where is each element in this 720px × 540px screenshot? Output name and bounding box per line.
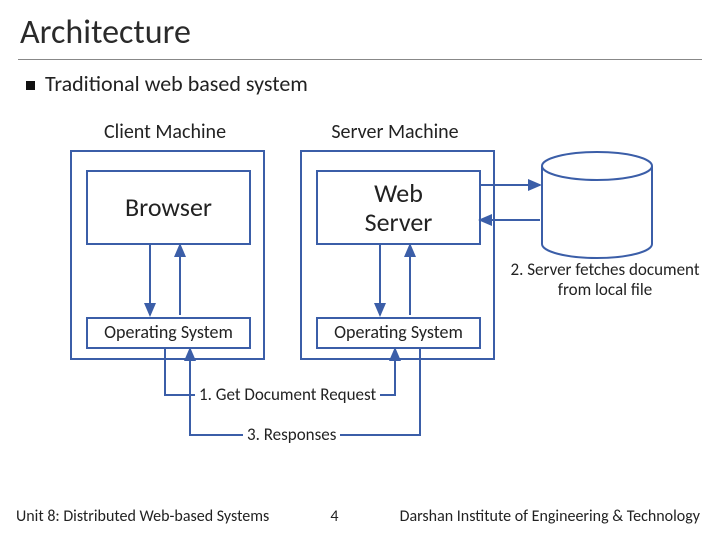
client-machine-label: Client Machine [85,120,245,144]
database-icon [540,150,655,260]
webserver-box: Web Server [316,170,481,245]
step3-label: 3. Responses [243,423,340,446]
webserver-label: Web Server [365,179,433,236]
server-os-label: Operating System [334,323,463,343]
browser-box: Browser [86,170,251,245]
client-os-box: Operating System [86,317,251,349]
client-os-label: Operating System [104,323,233,343]
footer-org: Darshan Institute of Engineering & Techn… [400,507,700,526]
footer-unit: Unit 8: Distributed Web-based Systems [16,507,269,526]
server-machine-box: Web Server Operating System [300,150,495,360]
bullet-text: Traditional web based system [45,70,308,97]
client-machine-box: Browser Operating System [70,150,265,360]
step2-note: 2. Server fetches document from local fi… [500,260,710,299]
server-machine-label: Server Machine [315,120,475,144]
bullet-item: Traditional web based system [0,60,720,97]
step1-label: 1. Get Document Request [195,383,380,406]
footer-page: 4 [330,507,338,526]
browser-label: Browser [125,193,212,222]
diagram-stage: Client Machine Server Machine Browser Op… [0,120,720,490]
footer: Unit 8: Distributed Web-based Systems 4 … [0,497,720,540]
bullet-square-icon [26,81,35,90]
server-os-box: Operating System [316,317,481,349]
slide-title: Architecture [0,0,720,53]
